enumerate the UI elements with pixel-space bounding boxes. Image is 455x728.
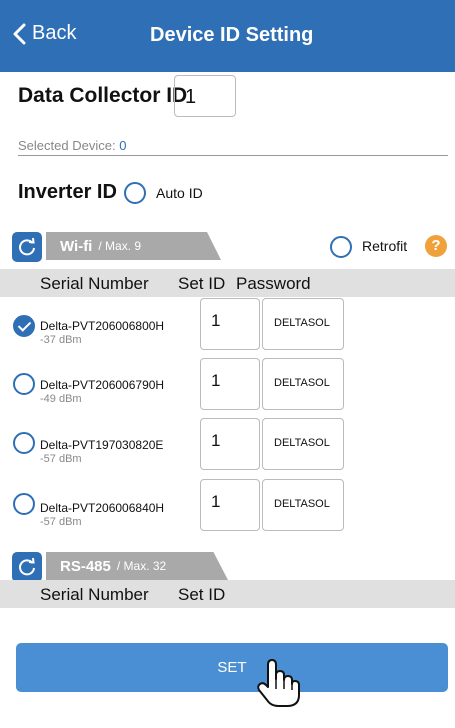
serial-number-header: Serial Number — [40, 585, 149, 604]
device-id-input[interactable]: 1 — [200, 418, 260, 470]
device-radio[interactable] — [13, 432, 35, 454]
device-radio[interactable] — [13, 315, 35, 337]
device-password-input[interactable]: DELTASOL — [262, 479, 344, 531]
device-id-input[interactable]: 1 — [200, 298, 260, 350]
rs485-tab-label: RS-485 — [60, 557, 111, 575]
auto-id-radio[interactable] — [124, 182, 146, 204]
inverter-id-label: Inverter ID — [18, 181, 117, 203]
set-id-header: Set ID — [178, 274, 226, 293]
help-icon[interactable]: ? — [425, 235, 447, 257]
device-password-input[interactable]: DELTASOL — [262, 418, 344, 470]
retrofit-label: Retrofit — [362, 238, 408, 254]
rs485-table-header: Serial Number Set ID — [0, 580, 455, 608]
device-signal: -37 dBm — [40, 334, 82, 346]
selected-device-text: Selected Device: 0 — [18, 138, 126, 153]
selected-device-count: 0 — [119, 138, 127, 153]
wifi-tab[interactable]: Wi-fi / Max. 9 — [46, 232, 221, 260]
device-password-input[interactable]: DELTASOL — [262, 298, 344, 350]
set-id-header: Set ID — [178, 585, 226, 604]
selected-device-label: Selected Device: — [18, 138, 116, 153]
auto-id-label: Auto ID — [156, 185, 203, 201]
serial-number-header: Serial Number — [40, 274, 149, 293]
divider — [18, 155, 448, 156]
device-signal: -49 dBm — [40, 393, 82, 405]
page-title: Device ID Setting — [150, 24, 314, 46]
wifi-tab-label: Wi-fi — [60, 237, 93, 255]
device-id-input[interactable]: 1 — [200, 358, 260, 410]
hand-pointer-icon — [257, 659, 300, 707]
retrofit-radio[interactable] — [330, 236, 352, 258]
back-button[interactable]: Back — [12, 22, 76, 45]
password-header: Password — [236, 274, 311, 293]
data-collector-id-label: Data Collector ID — [18, 84, 188, 107]
device-serial: Delta-PVT206006840H — [40, 501, 165, 515]
data-collector-id-input[interactable]: 1 — [174, 75, 236, 117]
set-button[interactable]: SET — [16, 643, 448, 692]
refresh-icon — [19, 557, 35, 576]
device-serial: Delta-PVT206006800H — [40, 319, 165, 333]
device-signal: -57 dBm — [40, 453, 82, 465]
wifi-table-header: Serial Number Set ID Password — [0, 269, 455, 297]
device-password-input[interactable]: DELTASOL — [262, 358, 344, 410]
refresh-icon — [19, 237, 35, 256]
device-signal: -57 dBm — [40, 516, 82, 528]
chevron-left-icon — [13, 23, 26, 44]
rs485-tab[interactable]: RS-485 / Max. 32 — [46, 552, 228, 580]
back-label: Back — [32, 22, 77, 44]
rs485-refresh-button[interactable] — [12, 552, 42, 582]
wifi-tab-max: / Max. 9 — [98, 239, 142, 253]
device-radio[interactable] — [13, 493, 35, 515]
device-serial: Delta-PVT206006790H — [40, 378, 165, 392]
wifi-refresh-button[interactable] — [12, 232, 42, 262]
rs485-tab-max: / Max. 32 — [116, 559, 167, 573]
navigation-bar: Back Device ID Setting — [0, 0, 455, 72]
device-id-input[interactable]: 1 — [200, 479, 260, 531]
device-radio[interactable] — [13, 373, 35, 395]
device-serial: Delta-PVT197030820E — [40, 438, 164, 452]
